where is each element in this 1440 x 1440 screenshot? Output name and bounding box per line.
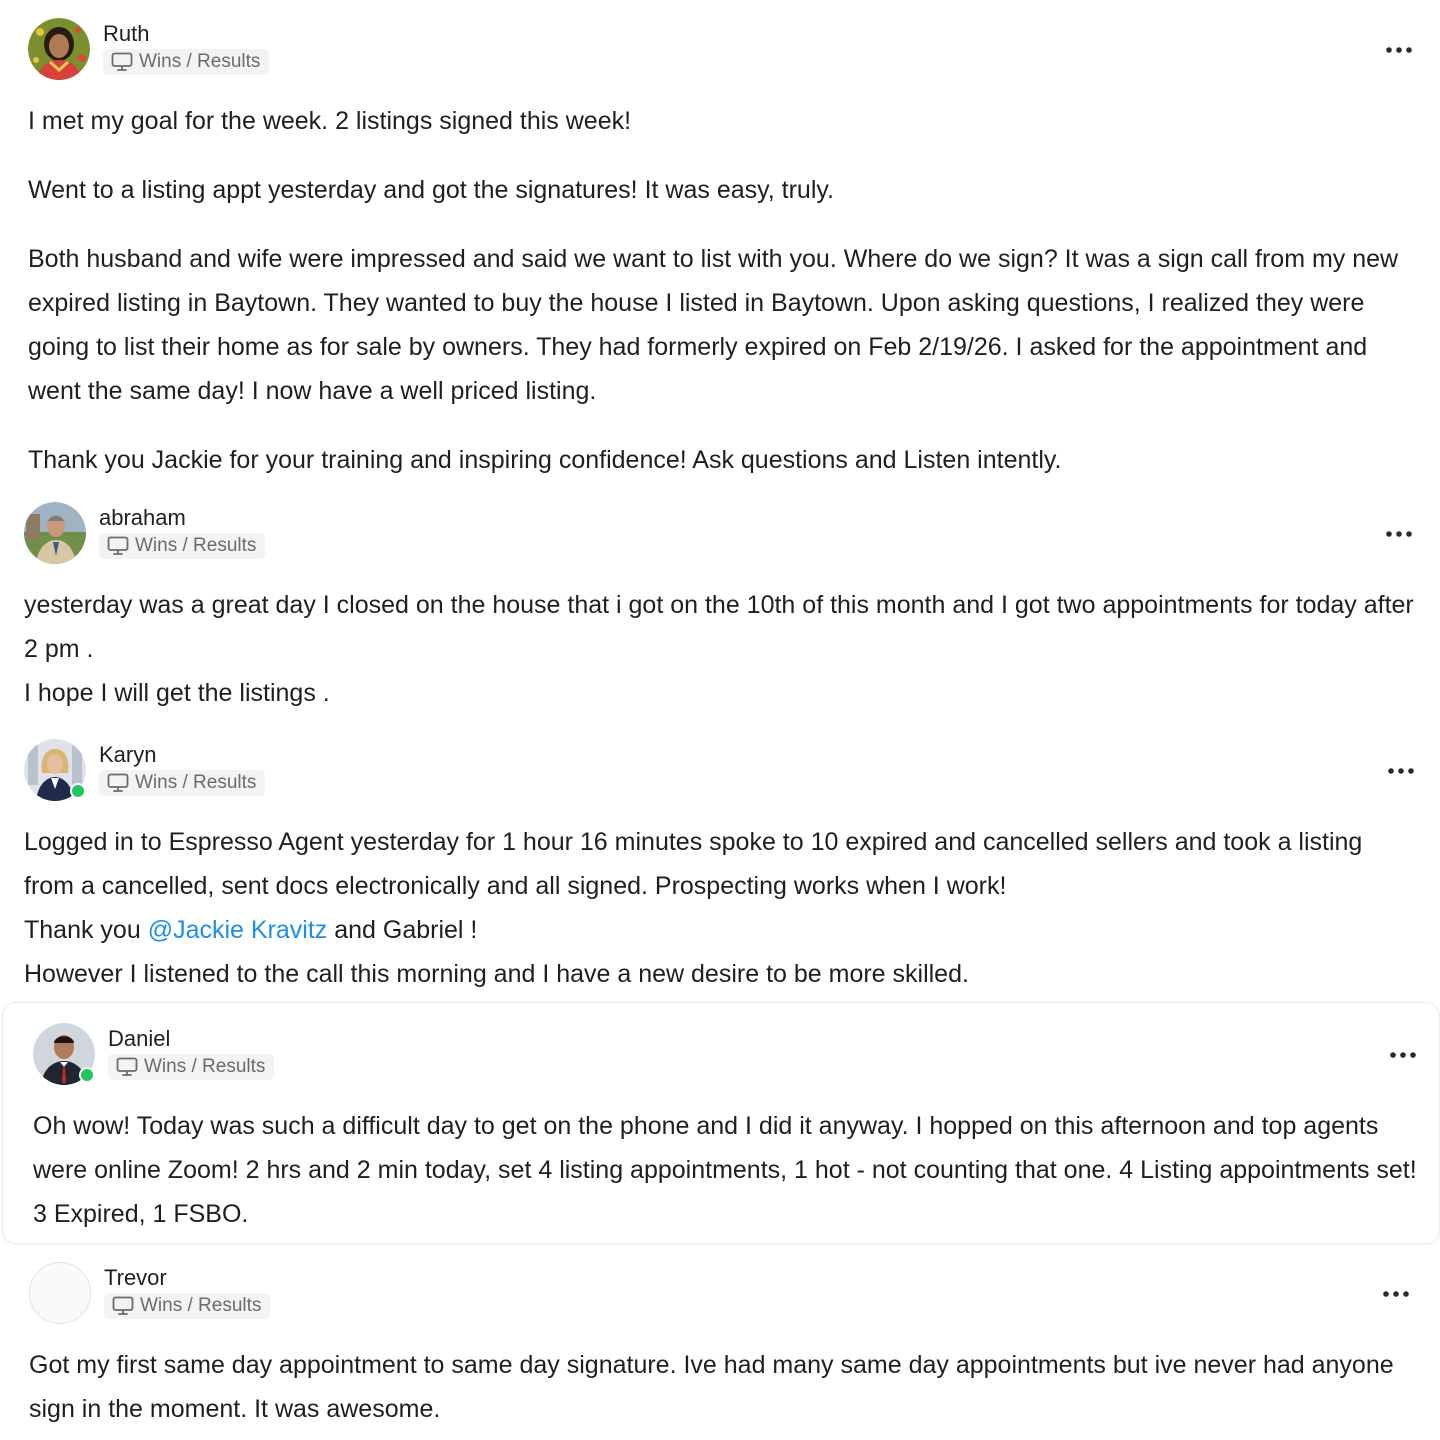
monitor-icon bbox=[116, 1057, 138, 1076]
post-menu-button[interactable] bbox=[1386, 761, 1416, 781]
post-feed: Ruth Wins / Results I met my goal for th… bbox=[0, 0, 1440, 1440]
more-dots-icon bbox=[1388, 768, 1414, 774]
post-body: Logged in to Espresso Agent yesterday fo… bbox=[24, 820, 1416, 996]
more-dots-icon bbox=[1386, 47, 1412, 53]
post-line: Logged in to Espresso Agent yesterday fo… bbox=[24, 828, 1363, 900]
category-label: Wins / Results bbox=[144, 1056, 266, 1077]
online-status-indicator bbox=[79, 1067, 95, 1083]
post-line: Oh wow! Today was such a difficult day t… bbox=[33, 1112, 1417, 1228]
monitor-icon bbox=[107, 536, 129, 555]
category-label: Wins / Results bbox=[139, 51, 261, 72]
post-thanks-line: Thank you @Jackie Kravitz and Gabriel ! bbox=[24, 908, 1416, 952]
post-paragraph: I met my goal for the week. 2 listings s… bbox=[28, 107, 632, 135]
post-daniel: Daniel Wins / Results Oh wow! Today was … bbox=[2, 1002, 1440, 1244]
post-header: Ruth Wins / Results bbox=[28, 18, 1414, 82]
post-paragraph: Both husband and wife were impressed and… bbox=[28, 245, 1399, 405]
category-label: Wins / Results bbox=[140, 1295, 262, 1316]
post-header: Karyn Wins / Results bbox=[24, 739, 1416, 803]
author-name[interactable]: Ruth bbox=[103, 20, 149, 48]
post-menu-button[interactable] bbox=[1384, 524, 1414, 544]
monitor-icon bbox=[112, 1296, 134, 1315]
post-line: Got my first same day appointment to sam… bbox=[29, 1351, 1394, 1423]
avatar[interactable] bbox=[29, 1262, 91, 1324]
avatar[interactable] bbox=[28, 18, 90, 80]
category-chip[interactable]: Wins / Results bbox=[99, 770, 266, 796]
post-line: However I listened to the call this morn… bbox=[24, 960, 969, 988]
avatar[interactable] bbox=[24, 739, 86, 801]
category-label: Wins / Results bbox=[135, 535, 257, 556]
post-abraham: abraham Wins / Results yesterday was a g… bbox=[24, 502, 1414, 715]
thanks-suffix: and Gabriel ! bbox=[327, 916, 478, 944]
category-chip[interactable]: Wins / Results bbox=[103, 49, 270, 75]
more-dots-icon bbox=[1383, 1291, 1409, 1297]
category-chip[interactable]: Wins / Results bbox=[108, 1054, 275, 1080]
post-content: Daniel Wins / Results Oh wow! Today was … bbox=[33, 1023, 1418, 1236]
post-body: Oh wow! Today was such a difficult day t… bbox=[33, 1104, 1418, 1236]
post-body: Got my first same day appointment to sam… bbox=[29, 1343, 1411, 1431]
post-body: yesterday was a great day I closed on th… bbox=[24, 583, 1414, 715]
user-photo-icon bbox=[24, 502, 86, 564]
post-header: Daniel Wins / Results bbox=[33, 1023, 1418, 1087]
avatar[interactable] bbox=[24, 502, 86, 564]
post-line: yesterday was a great day I closed on th… bbox=[24, 591, 1414, 663]
category-chip[interactable]: Wins / Results bbox=[99, 533, 266, 559]
author-name[interactable]: Daniel bbox=[108, 1025, 170, 1053]
category-label: Wins / Results bbox=[135, 772, 257, 793]
author-name[interactable]: Karyn bbox=[99, 741, 156, 769]
more-dots-icon bbox=[1390, 1052, 1416, 1058]
post-karyn: Karyn Wins / Results Logged in to Espres… bbox=[24, 739, 1416, 996]
post-trevor: Trevor Wins / Results Got my first same … bbox=[29, 1262, 1411, 1431]
post-paragraph: Went to a listing appt yesterday and got… bbox=[28, 176, 834, 204]
post-header: abraham Wins / Results bbox=[24, 502, 1414, 566]
category-chip[interactable]: Wins / Results bbox=[104, 1293, 271, 1319]
monitor-icon bbox=[111, 52, 133, 71]
avatar[interactable] bbox=[33, 1023, 95, 1085]
post-ruth: Ruth Wins / Results I met my goal for th… bbox=[28, 18, 1414, 482]
post-header: Trevor Wins / Results bbox=[29, 1262, 1411, 1326]
more-dots-icon bbox=[1386, 531, 1412, 537]
post-menu-button[interactable] bbox=[1384, 40, 1414, 60]
post-menu-button[interactable] bbox=[1388, 1045, 1418, 1065]
post-menu-button[interactable] bbox=[1381, 1284, 1411, 1304]
post-line: I hope I will get the listings . bbox=[24, 679, 330, 707]
user-photo-icon bbox=[28, 18, 90, 80]
user-mention-link[interactable]: @Jackie Kravitz bbox=[148, 916, 328, 944]
online-status-indicator bbox=[70, 783, 86, 799]
author-name[interactable]: abraham bbox=[99, 504, 186, 532]
monitor-icon bbox=[107, 773, 129, 792]
post-body: I met my goal for the week. 2 listings s… bbox=[28, 99, 1414, 482]
post-paragraph: Thank you Jackie for your training and i… bbox=[28, 446, 1062, 474]
author-name[interactable]: Trevor bbox=[104, 1264, 167, 1292]
thanks-prefix: Thank you bbox=[24, 916, 148, 944]
